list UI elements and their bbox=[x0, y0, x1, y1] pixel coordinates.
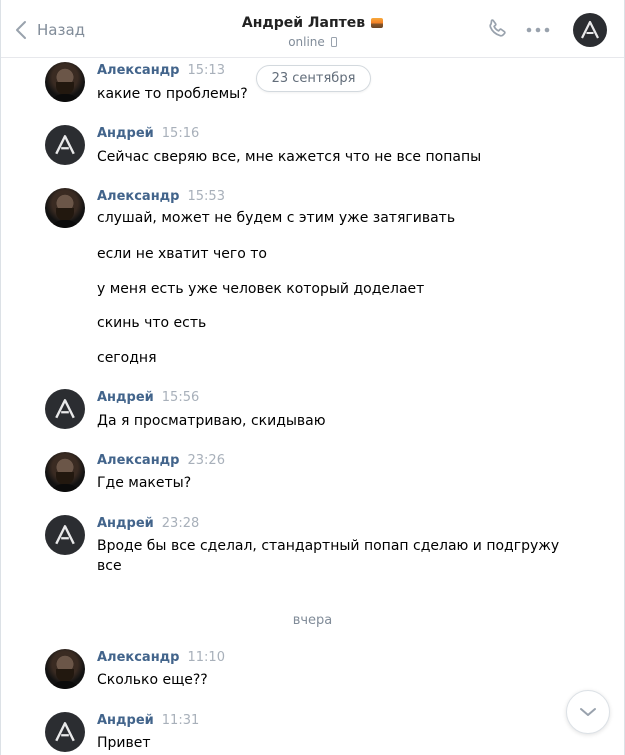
message-time[interactable]: 23:28 bbox=[162, 516, 199, 531]
avatar[interactable] bbox=[45, 125, 85, 165]
logo-a-icon bbox=[55, 722, 75, 742]
message-time[interactable]: 15:16 bbox=[162, 126, 199, 141]
message-header: Андрей 11:31 bbox=[97, 713, 199, 728]
message-text: скинь что есть bbox=[97, 315, 207, 331]
date-pill[interactable]: 23 сентября bbox=[256, 65, 371, 92]
day-separator: вчера bbox=[292, 613, 333, 628]
avatar[interactable] bbox=[45, 389, 85, 429]
avatar[interactable] bbox=[45, 712, 85, 752]
scroll-to-bottom-button[interactable] bbox=[566, 690, 610, 734]
message-time[interactable]: 11:10 bbox=[188, 650, 225, 665]
message-time[interactable]: 23:26 bbox=[188, 453, 225, 468]
message-header: Андрей 15:16 bbox=[97, 126, 199, 141]
message-text: Да я просматриваю, скидываю bbox=[97, 413, 326, 429]
message-author[interactable]: Андрей bbox=[97, 713, 154, 728]
message-text: у меня есть уже человек который доделает bbox=[97, 281, 425, 297]
message-text: Привет bbox=[97, 735, 151, 751]
message-text: Сколько еще?? bbox=[97, 672, 208, 688]
message-text: какие то проблемы? bbox=[97, 86, 248, 102]
message-text: Где макеты? bbox=[97, 475, 192, 491]
phone-icon[interactable] bbox=[485, 17, 509, 41]
message-text: если не хватит чего то bbox=[97, 246, 267, 262]
logo-a-icon bbox=[581, 20, 599, 39]
avatar[interactable] bbox=[45, 62, 85, 102]
chevron-down-icon bbox=[580, 708, 596, 716]
peer-name[interactable]: Андрей Лаптев bbox=[242, 15, 384, 31]
message-author[interactable]: Андрей bbox=[97, 516, 154, 531]
message-header: Александр 15:53 bbox=[97, 189, 225, 204]
message-author[interactable]: Андрей bbox=[97, 126, 154, 141]
avatar[interactable] bbox=[45, 188, 85, 228]
avatar[interactable] bbox=[45, 515, 85, 555]
message-author[interactable]: Александр bbox=[97, 189, 180, 204]
mobile-device-icon bbox=[330, 37, 337, 47]
message-time[interactable]: 15:13 bbox=[188, 63, 225, 78]
message-text: Вроде бы все сделал, стандартный попап с… bbox=[97, 538, 560, 554]
message-time[interactable]: 15:56 bbox=[162, 390, 199, 405]
message-text: все bbox=[97, 558, 122, 574]
message-author[interactable]: Александр bbox=[97, 650, 180, 665]
message-text: сегодня bbox=[97, 350, 157, 366]
logo-a-icon bbox=[55, 399, 75, 419]
message-text: слушай, может не будем с этим уже затяги… bbox=[97, 210, 456, 226]
message-author[interactable]: Александр bbox=[97, 63, 180, 78]
message-author[interactable]: Андрей bbox=[97, 390, 154, 405]
peer-status: online bbox=[288, 35, 337, 49]
avatar[interactable] bbox=[45, 452, 85, 492]
message-header: Андрей 15:56 bbox=[97, 390, 199, 405]
chat-header: Назад Андрей Лаптев online bbox=[1, 0, 624, 58]
message-time[interactable]: 11:31 bbox=[162, 713, 199, 728]
message-text: Сейчас сверяю все, мне кажется что не вс… bbox=[97, 149, 482, 165]
message-header: Александр 11:10 bbox=[97, 650, 225, 665]
logo-a-icon bbox=[55, 525, 75, 545]
logo-a-icon bbox=[55, 135, 75, 155]
chat-window: Назад Андрей Лаптев online 23 сентября А… bbox=[0, 0, 625, 755]
message-header: Андрей 23:28 bbox=[97, 516, 199, 531]
more-horizontal-icon[interactable] bbox=[526, 27, 550, 33]
message-author[interactable]: Александр bbox=[97, 453, 180, 468]
message-time[interactable]: 15:53 bbox=[188, 189, 225, 204]
sunset-emoji-icon bbox=[371, 18, 384, 28]
avatar[interactable] bbox=[45, 649, 85, 689]
message-header: Александр 23:26 bbox=[97, 453, 225, 468]
peer-avatar[interactable] bbox=[573, 13, 607, 47]
message-header: Александр 15:13 bbox=[97, 63, 225, 78]
